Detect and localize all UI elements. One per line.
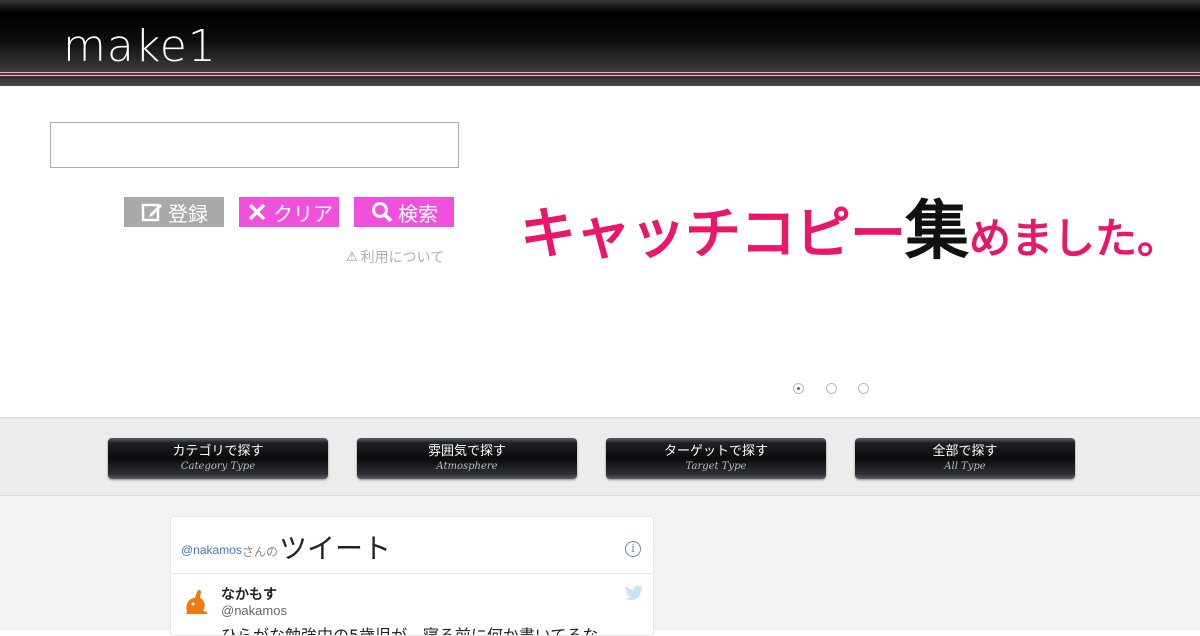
nav-band: カテゴリで探す Category Type 雰囲気で探す Atmosphere … [0, 417, 1200, 496]
nav-label: カテゴリで探す [172, 444, 264, 459]
register-button[interactable]: 登録 [124, 197, 224, 227]
nav-atmosphere-button[interactable]: 雰囲気で探す Atmosphere [357, 438, 577, 479]
nav-all-button[interactable]: 全部で探す All Type [855, 438, 1075, 479]
nav-sub-label: Atmosphere [436, 461, 498, 472]
clear-button[interactable]: クリア [239, 197, 339, 227]
nav-sub-label: Target Type [685, 461, 747, 472]
edit-icon [140, 200, 164, 224]
nav-sub-label: All Type [944, 461, 986, 472]
site-header: make1 [0, 0, 1200, 86]
register-label: 登録 [168, 201, 208, 226]
nav-label: ターゲットで探す [663, 444, 768, 459]
nav-target-button[interactable]: ターゲットで探す Target Type [606, 438, 826, 479]
clear-label: クリア [273, 201, 333, 226]
slider-dot-1[interactable] [793, 383, 804, 394]
search-button[interactable]: 検索 [354, 197, 454, 227]
warning-icon: ⚠ [346, 249, 358, 265]
catch-copy-main: キャッチコピー [520, 201, 906, 267]
tweet-widget: @nakamos さんの ツイート i なかもす @nakamos ひらがな勉強… [170, 516, 654, 636]
nav-label: 全部で探す [932, 444, 998, 459]
search-icon [370, 200, 394, 224]
catch-copy-banner: キャッチコピー集めました。 [520, 192, 1179, 288]
content-area: @nakamos さんの ツイート i なかもす @nakamos ひらがな勉強… [0, 496, 1200, 636]
site-logo[interactable]: make1 [63, 22, 217, 72]
about-label: 利用について [360, 250, 445, 266]
nav-label: 雰囲気で探す [427, 444, 506, 459]
tweet-widget-title: ツイート [279, 532, 392, 565]
search-label: 検索 [398, 201, 438, 226]
catch-copy-tail: めました。 [969, 214, 1180, 263]
tweet-item[interactable]: なかもす @nakamos ひらがな勉強中の5歳児が、寝る前に何か書いてるな [171, 574, 653, 636]
catch-copy-kanji: 集 [905, 194, 969, 269]
tweet-widget-header: @nakamos さんの ツイート i [171, 517, 653, 574]
tweet-owner-link[interactable]: @nakamos [181, 543, 242, 557]
search-input[interactable] [50, 122, 459, 168]
tweet-owner-suffix: さんの [242, 545, 279, 559]
tweet-author-handle[interactable]: @nakamos [221, 603, 287, 618]
about-link[interactable]: ⚠ 利用について [346, 247, 444, 267]
nav-category-button[interactable]: カテゴリで探す Category Type [108, 438, 328, 479]
tweet-author-name[interactable]: なかもす [221, 584, 277, 604]
close-icon [245, 200, 269, 224]
avatar[interactable] [181, 586, 211, 616]
nav-sub-label: Category Type [180, 461, 256, 472]
slider-dot-2[interactable] [826, 383, 837, 394]
info-icon[interactable]: i [625, 541, 641, 557]
twitter-bird-icon[interactable] [625, 585, 643, 601]
header-bottom-bar [0, 76, 1200, 86]
slider-dot-3[interactable] [858, 383, 869, 394]
tweet-text: ひらがな勉強中の5歳児が、寝る前に何か書いてるな [221, 626, 599, 636]
